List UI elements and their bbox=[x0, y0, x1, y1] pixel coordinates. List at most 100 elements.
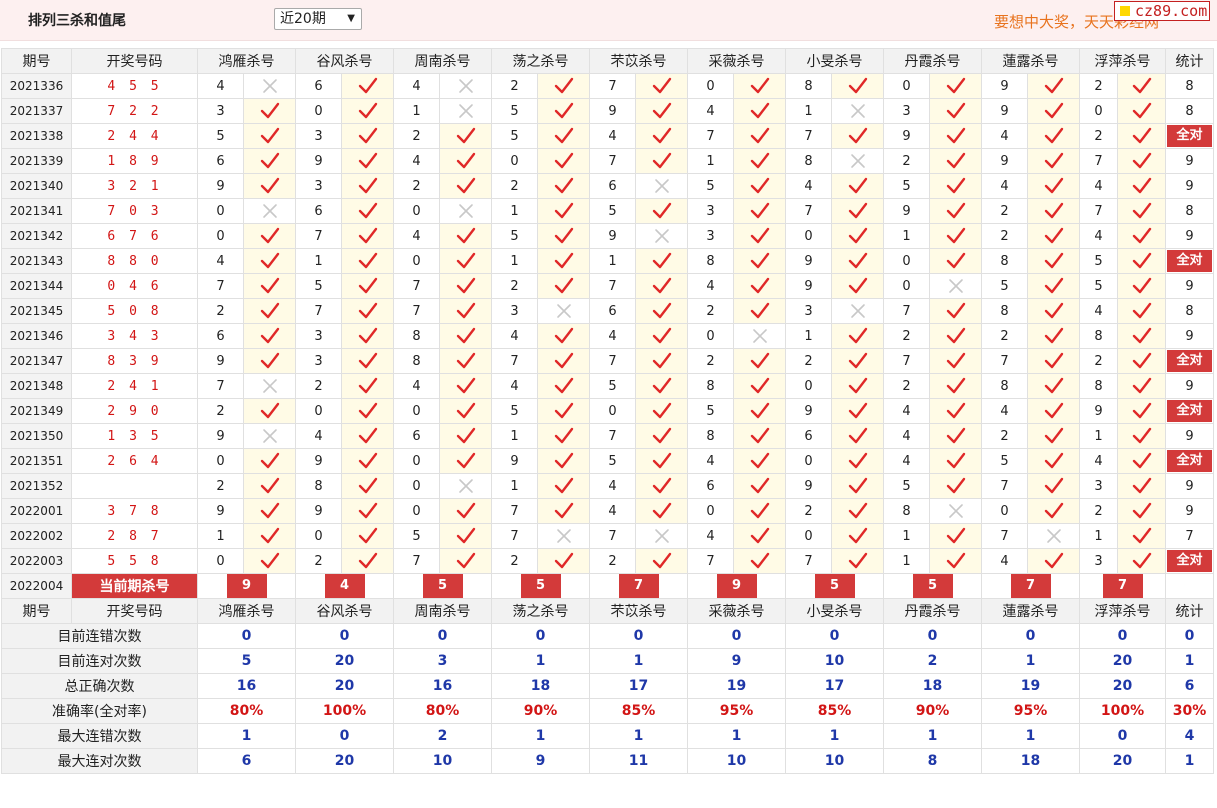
stats-value: 10 bbox=[687, 748, 786, 774]
kill-number-cell: 4 bbox=[393, 73, 440, 99]
kill-number-cell: 2 bbox=[1079, 123, 1118, 149]
winning-number-cell: 2 4 4 bbox=[71, 123, 198, 149]
miss-mark bbox=[1027, 523, 1080, 549]
stats-label: 最大连对次数 bbox=[1, 748, 198, 774]
hit-mark bbox=[1027, 98, 1080, 124]
kill-number-cell: 2 bbox=[393, 173, 440, 199]
kill-number-cell: 6 bbox=[295, 198, 342, 224]
hit-mark bbox=[635, 248, 688, 274]
check-icon bbox=[848, 427, 867, 444]
site-logo[interactable]: cz89.com bbox=[1114, 1, 1210, 21]
check-icon bbox=[554, 252, 573, 269]
miss-mark bbox=[243, 423, 296, 449]
kill-number-cell: 5 bbox=[197, 123, 244, 149]
winning-number-cell: 8 8 0 bbox=[71, 248, 198, 274]
miss-mark bbox=[929, 273, 982, 299]
kill-number-cell: 9 bbox=[883, 123, 930, 149]
kill-number-cell: 4 bbox=[589, 323, 636, 349]
stats-value: 20 bbox=[1079, 748, 1166, 774]
kill-number-cell: 3 bbox=[295, 123, 342, 149]
hit-mark bbox=[929, 173, 982, 199]
hit-mark bbox=[635, 373, 688, 399]
col-header-fuping: 浮萍杀号 bbox=[1079, 598, 1166, 624]
current-kill-number: 4 bbox=[324, 574, 365, 598]
check-icon bbox=[750, 227, 769, 244]
stats-value: 95% bbox=[981, 698, 1080, 724]
hit-mark bbox=[929, 473, 982, 499]
check-icon bbox=[358, 427, 377, 444]
kill-number-cell: 0 bbox=[393, 498, 440, 524]
hit-mark bbox=[635, 423, 688, 449]
hit-mark bbox=[439, 523, 492, 549]
winning-number-cell: 3 7 8 bbox=[71, 498, 198, 524]
stats-value: 90% bbox=[491, 698, 590, 724]
hit-mark bbox=[439, 398, 492, 424]
hit-mark bbox=[341, 98, 394, 124]
check-icon bbox=[456, 552, 475, 569]
hit-mark bbox=[1027, 273, 1080, 299]
check-icon bbox=[1132, 252, 1151, 269]
check-icon bbox=[456, 177, 475, 194]
total-cell: 全对 bbox=[1165, 448, 1214, 474]
hit-mark bbox=[1027, 123, 1080, 149]
kill-number-table: 期号 开奖号码 鸿雁杀号 谷风杀号 周南杀号 荡之杀号 芣苡杀号 采薇杀号 小旻杀号 丹霞杀号 蓮露… bbox=[1, 48, 1214, 774]
miss-mark bbox=[831, 98, 884, 124]
check-icon bbox=[456, 252, 475, 269]
check-icon bbox=[456, 527, 475, 544]
kill-number-cell: 7 bbox=[295, 298, 342, 324]
col-header-total: 统计 bbox=[1165, 48, 1214, 74]
cross-icon bbox=[262, 204, 277, 218]
kill-number-cell: 9 bbox=[1079, 398, 1118, 424]
kill-number-cell: 7 bbox=[687, 123, 734, 149]
hit-mark bbox=[733, 373, 786, 399]
stats-label: 总正确次数 bbox=[1, 673, 198, 699]
stats-value: 0 bbox=[393, 623, 492, 649]
hit-mark bbox=[635, 73, 688, 99]
check-icon bbox=[1044, 427, 1063, 444]
cross-icon bbox=[556, 304, 571, 318]
stats-value: 20 bbox=[295, 748, 394, 774]
hit-mark bbox=[929, 98, 982, 124]
col-header-total: 统计 bbox=[1165, 598, 1214, 624]
hit-mark bbox=[1117, 248, 1166, 274]
col-header-danxia: 丹霞杀号 bbox=[883, 48, 982, 74]
hit-mark bbox=[1117, 173, 1166, 199]
kill-number-cell: 4 bbox=[981, 173, 1028, 199]
kill-number-cell: 7 bbox=[491, 348, 538, 374]
total-cell: 9 bbox=[1165, 323, 1214, 349]
check-icon bbox=[1044, 452, 1063, 469]
kill-number-cell: 4 bbox=[687, 448, 734, 474]
check-icon bbox=[260, 477, 279, 494]
stats-value: 4 bbox=[1165, 723, 1214, 749]
kill-number-cell: 0 bbox=[491, 148, 538, 174]
kill-number-cell: 1 bbox=[295, 248, 342, 274]
kill-number-cell: 0 bbox=[589, 398, 636, 424]
hit-mark bbox=[733, 448, 786, 474]
kill-number-cell: 7 bbox=[491, 523, 538, 549]
stats-value: 0 bbox=[687, 623, 786, 649]
check-icon bbox=[946, 427, 965, 444]
check-icon bbox=[358, 552, 377, 569]
hit-mark bbox=[537, 448, 590, 474]
check-icon bbox=[652, 252, 671, 269]
kill-number-cell: 6 bbox=[589, 298, 636, 324]
kill-number-cell: 5 bbox=[491, 398, 538, 424]
check-icon bbox=[260, 127, 279, 144]
issue-cell: 2021346 bbox=[1, 323, 72, 349]
kill-number-cell: 6 bbox=[785, 423, 832, 449]
stats-value: 0 bbox=[1165, 623, 1214, 649]
miss-mark bbox=[733, 323, 786, 349]
col-header-gufeng: 谷风杀号 bbox=[295, 48, 394, 74]
total-cell: 8 bbox=[1165, 198, 1214, 224]
period-select[interactable]: 近20期 ▼ bbox=[274, 8, 362, 30]
current-kill-number: 5 bbox=[814, 574, 855, 598]
col-header-caiwei: 采薇杀号 bbox=[687, 598, 786, 624]
hit-mark bbox=[929, 298, 982, 324]
kill-number-cell: 2 bbox=[491, 173, 538, 199]
table-row: 2022001 3 7 899074028029 bbox=[1, 498, 1214, 524]
hit-mark bbox=[341, 198, 394, 224]
hit-mark bbox=[831, 548, 884, 574]
kill-number-cell: 0 bbox=[883, 273, 930, 299]
check-icon bbox=[1132, 352, 1151, 369]
kill-number-cell: 0 bbox=[393, 398, 440, 424]
